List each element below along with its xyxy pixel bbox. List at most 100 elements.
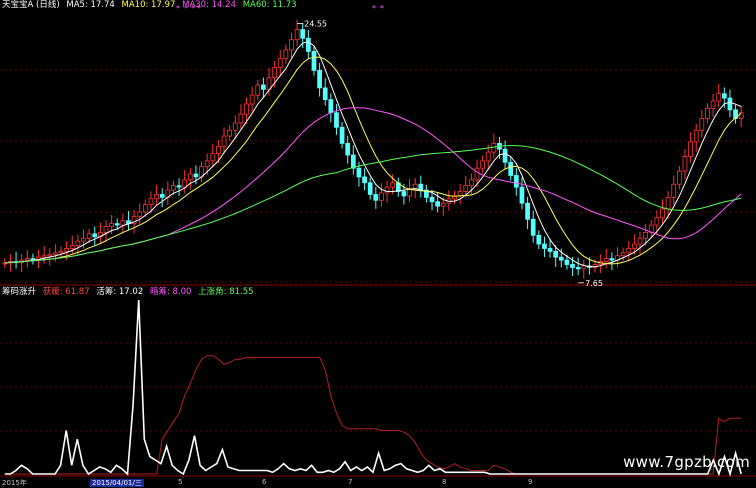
- candle-body: [249, 94, 255, 105]
- candle: [305, 29, 311, 59]
- candle-body: [154, 194, 159, 200]
- candle-body: [665, 196, 671, 210]
- candle: [716, 83, 722, 108]
- candle: [491, 133, 497, 159]
- date-highlight-label[interactable]: 2015/04/01/三: [90, 479, 144, 487]
- candlestick-series: [2, 19, 744, 279]
- candle: [603, 248, 609, 268]
- candle: [58, 246, 64, 258]
- candle-body: [92, 233, 98, 238]
- candle: [395, 177, 401, 197]
- candle-body: [575, 267, 581, 270]
- candle: [311, 46, 317, 76]
- candle: [575, 257, 581, 276]
- candle-body: [440, 202, 446, 207]
- candle-body: [53, 252, 58, 255]
- candle-body: [362, 176, 367, 184]
- candle-body: [519, 186, 525, 204]
- candle: [598, 254, 604, 274]
- candle-body: [699, 118, 705, 131]
- candle: [367, 177, 373, 200]
- main-chart-header: 天宝宝A (日线) MA5: 17.74 MA10: 17.97 MA30: 1…: [2, 0, 301, 11]
- candle-body: [103, 226, 109, 233]
- candle: [322, 78, 328, 106]
- candle: [542, 236, 547, 258]
- candle-body: [553, 250, 559, 258]
- candle-body: [328, 99, 334, 114]
- candle-body: [367, 182, 373, 195]
- candle: [457, 184, 463, 205]
- candle-body: [137, 211, 143, 217]
- ma30-line: [4, 107, 742, 264]
- candle: [671, 175, 677, 205]
- candle: [69, 235, 75, 255]
- stock-chart[interactable]: 24.557.65* * * * * *: [0, 0, 756, 487]
- candle-body: [148, 198, 154, 206]
- candle-body: [727, 97, 733, 111]
- ma10-label: MA10: 17.97: [121, 0, 176, 10]
- candle-body: [547, 248, 553, 252]
- candle-body: [81, 237, 86, 242]
- candle-body: [120, 220, 126, 226]
- candle-body: [463, 185, 469, 192]
- candle-body: [75, 240, 81, 246]
- candle: [339, 122, 345, 149]
- candle-body: [710, 100, 716, 109]
- candle-body: [176, 185, 182, 188]
- candle-body: [86, 233, 92, 239]
- candle: [126, 210, 131, 230]
- candle-body: [626, 248, 632, 254]
- candle: [277, 50, 283, 75]
- candle: [182, 170, 188, 194]
- candle-body: [255, 84, 261, 96]
- candle: [249, 86, 255, 112]
- candle: [345, 135, 351, 164]
- candle: [176, 178, 182, 196]
- candle-body: [637, 237, 643, 245]
- candle-body: [289, 39, 294, 51]
- candle: [536, 230, 542, 250]
- candle-body: [216, 145, 221, 154]
- candle-body: [334, 112, 339, 128]
- candle: [98, 222, 103, 244]
- candle-body: [716, 93, 722, 102]
- candle: [609, 252, 615, 270]
- candle: [637, 231, 643, 254]
- candle: [13, 251, 19, 269]
- candle: [328, 93, 334, 123]
- candle: [738, 105, 744, 128]
- candle-body: [570, 264, 575, 268]
- signal-marker: *: [372, 4, 376, 13]
- candle: [513, 168, 519, 196]
- candle: [261, 77, 266, 98]
- candle-body: [474, 167, 480, 181]
- date-axis: 2015年 2015/04/01/三 5 6 7 8 9: [0, 478, 756, 487]
- candle: [210, 143, 216, 168]
- indicator-l4-label: 上涨角: 81.55: [198, 287, 254, 297]
- candle: [469, 173, 474, 196]
- candle-body: [609, 258, 615, 261]
- chart-title: 天宝宝A (日线): [2, 0, 60, 10]
- date-tick-6: 6: [262, 478, 267, 486]
- signal-marker: *: [380, 4, 384, 13]
- candle-body: [345, 142, 351, 156]
- high-price-label: 24.55: [304, 20, 327, 29]
- candle: [227, 125, 233, 142]
- candle-body: [632, 243, 637, 249]
- candle-body: [221, 135, 227, 147]
- candle: [710, 93, 716, 117]
- candle-body: [109, 223, 114, 227]
- candle-body: [536, 234, 542, 245]
- candle-body: [227, 129, 233, 137]
- candle-body: [502, 148, 508, 163]
- candle-body: [469, 179, 474, 187]
- candle-body: [277, 58, 283, 68]
- candle-body: [193, 173, 199, 178]
- candle: [452, 190, 457, 204]
- candle-body: [47, 253, 53, 257]
- candle-body: [272, 67, 277, 79]
- candle-body: [187, 173, 193, 181]
- candle-body: [603, 258, 609, 262]
- candle-body: [418, 183, 424, 191]
- ma60-label: MA60: 11.73: [242, 0, 297, 10]
